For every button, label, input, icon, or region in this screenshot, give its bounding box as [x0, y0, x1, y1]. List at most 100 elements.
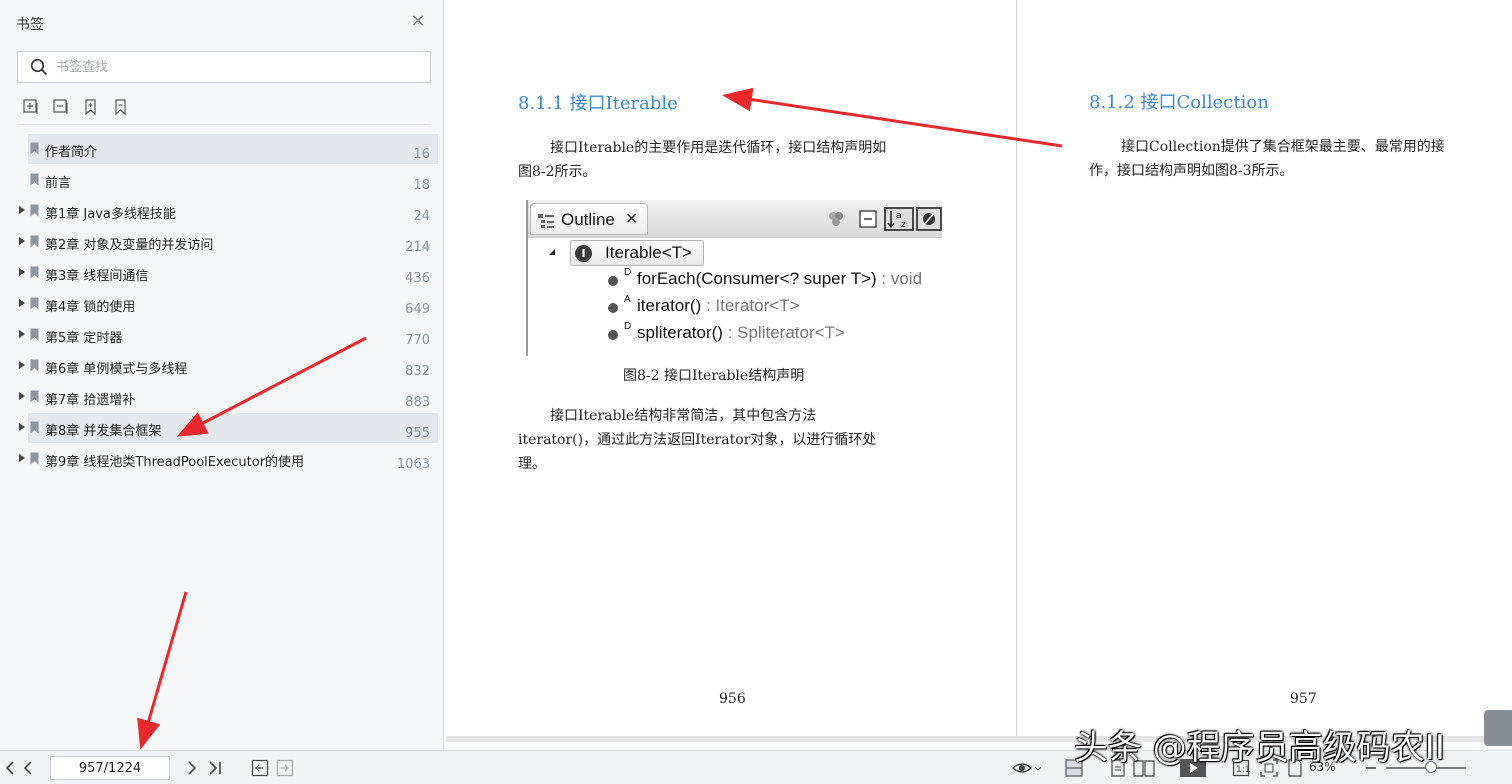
page-divider: [1016, 0, 1017, 740]
outline-icon: [538, 214, 554, 228]
bookmark-page-number: 16: [413, 147, 430, 162]
return-type: : void: [876, 269, 923, 288]
bookmark-search-box[interactable]: [17, 51, 431, 83]
method-name: spliterator(): [637, 323, 723, 342]
paragraph-line: 接口Iterable结构非常简洁，其中包含方法: [550, 408, 817, 424]
bookmark-page-number: 18: [413, 178, 430, 193]
filter-icon: [829, 212, 843, 226]
bookmark-item[interactable]: 作者简介 16: [28, 134, 438, 164]
eye-care-icon[interactable]: [1011, 759, 1041, 777]
bookmark-page-number: 883: [405, 395, 430, 410]
modifier-badge: D: [624, 321, 632, 332]
return-type: : Spliterator<T>: [722, 323, 845, 342]
bookmark-label: 前言: [45, 176, 72, 191]
bookmark-page-number: 770: [405, 333, 430, 348]
bookmark-item[interactable]: 第4章 锁的使用 649: [0, 289, 438, 319]
page-number-left: 956: [719, 691, 746, 707]
modifier-badge: A: [624, 294, 631, 305]
bookmark-icon: [30, 204, 39, 217]
bookmark-label: 第6章 单例模式与多线程: [45, 362, 188, 377]
page-number-right: 957: [1290, 691, 1317, 707]
bookmark-item[interactable]: 第8章 并发集合框架 955: [19, 413, 438, 443]
paragraph-line: 作，接口结构声明如图8-3所示。: [1089, 163, 1294, 179]
expand-arrow-icon[interactable]: [18, 236, 26, 246]
bookmark-icon: [30, 421, 39, 434]
paragraph-line: 图8-2所示。: [518, 164, 597, 180]
bookmark-icon: [30, 390, 39, 403]
chevron-left-icon[interactable]: [20, 759, 38, 777]
outline-toolbar: Outline ✕ a z: [528, 200, 942, 238]
back-icon[interactable]: [251, 759, 269, 777]
method-name: iterator(): [637, 296, 702, 315]
bookmark-page-number: 832: [405, 364, 430, 379]
outline-member-row: forEach(Consumer<? super T>) : void: [637, 269, 922, 289]
bookmark-icon: [30, 297, 39, 310]
expand-arrow-icon[interactable]: [18, 391, 26, 401]
bookmark-item[interactable]: 第3章 线程间通信 436: [0, 258, 438, 288]
outline-member-row: iterator() : Iterator<T>: [637, 296, 800, 316]
forward-icon[interactable]: [276, 759, 294, 777]
bookmark-item[interactable]: 第5章 定时器 770: [0, 320, 438, 350]
close-icon: ✕: [625, 209, 639, 228]
bookmark-label: 第4章 锁的使用: [45, 300, 136, 315]
divider: [17, 124, 431, 125]
method-icon: [608, 330, 618, 340]
outline-root-node: I Iterable<T>: [570, 240, 704, 266]
bookmark-label: 第2章 对象及变量的并发访问: [45, 238, 214, 253]
chevron-right-icon[interactable]: [183, 759, 201, 777]
method-name: forEach(Consumer<? super T>): [637, 269, 877, 288]
previous-icon[interactable]: [2, 759, 20, 777]
outline-member-row: spliterator() : Spliterator<T>: [637, 323, 845, 343]
bookmark-label: 作者简介: [45, 145, 98, 160]
collapse-icon: [859, 210, 877, 228]
bookmark-label: 第5章 定时器: [45, 331, 123, 346]
expand-arrow-icon[interactable]: [18, 453, 26, 463]
side-panel-tab[interactable]: [1484, 710, 1512, 746]
bookmark-page-number: 955: [405, 426, 430, 441]
panel-title: 书签: [16, 17, 44, 33]
bookmark-icon: [30, 142, 39, 155]
interface-icon: I: [575, 245, 592, 262]
bookmark-page-number: 436: [405, 271, 430, 286]
bookmark-item[interactable]: 第1章 Java多线程技能 24: [0, 196, 438, 226]
add-bookmark-icon[interactable]: [82, 98, 100, 116]
section-heading-8-1-2: 8.1.2 接口Collection: [1089, 92, 1269, 113]
watermark-text: 头条 @程序员高级码农II: [1074, 728, 1445, 768]
collapse-all-icon[interactable]: [52, 98, 70, 116]
bookmark-item[interactable]: 第7章 拾遗增补 883: [0, 382, 438, 412]
expand-arrow-icon[interactable]: [18, 267, 26, 277]
page-number-input[interactable]: [50, 756, 170, 780]
expand-arrow-icon[interactable]: [18, 298, 26, 308]
bookmark-item[interactable]: 第9章 线程池类ThreadPoolExecutor的使用 1063: [0, 444, 438, 474]
method-icon: [608, 303, 618, 313]
expand-arrow-icon[interactable]: [18, 329, 26, 339]
expand-arrow-icon[interactable]: [18, 205, 26, 215]
bookmark-item[interactable]: 第6章 单例模式与多线程 832: [0, 351, 438, 381]
bookmark-item[interactable]: 第2章 对象及变量的并发访问 214: [0, 227, 438, 257]
outline-tab-title: Outline: [561, 210, 615, 229]
bookmark-icon: [30, 173, 39, 186]
bookmark-icon: [30, 359, 39, 372]
bookmark-page-number: 214: [405, 240, 430, 255]
paragraph-line: iterator()，通过此方法返回Iterator对象，以进行循环处: [518, 432, 877, 448]
root-label: Iterable<T>: [605, 243, 692, 262]
bookmark-item[interactable]: 前言 18: [0, 165, 438, 195]
bookmark-icon: [30, 328, 39, 341]
bookmark-label: 第3章 线程间通信: [45, 269, 149, 284]
expand-arrow-icon[interactable]: [18, 360, 26, 370]
bookmark-page-number: 24: [413, 209, 430, 224]
expand-all-icon[interactable]: [22, 98, 40, 116]
return-type: : Iterator<T>: [701, 296, 800, 315]
bookmark-search-input[interactable]: [56, 56, 416, 78]
remove-bookmark-icon[interactable]: [112, 98, 130, 116]
paragraph-line: 接口Iterable的主要作用是迭代循环，接口结构声明如: [550, 140, 887, 156]
expand-arrow-icon[interactable]: [18, 422, 26, 432]
figure-caption: 图8-2 接口Iterable结构声明: [623, 368, 805, 384]
close-icon[interactable]: ✕: [408, 12, 428, 32]
modifier-badge: D: [624, 267, 632, 278]
last-page-icon[interactable]: [206, 759, 224, 777]
document-view: 8.1.1 接口Iterable 接口Iterable的主要作用是迭代循环，接口…: [446, 0, 1512, 750]
search-icon: [30, 58, 48, 76]
svg-text:z: z: [901, 220, 906, 230]
paragraph-line: 理。: [518, 456, 546, 472]
